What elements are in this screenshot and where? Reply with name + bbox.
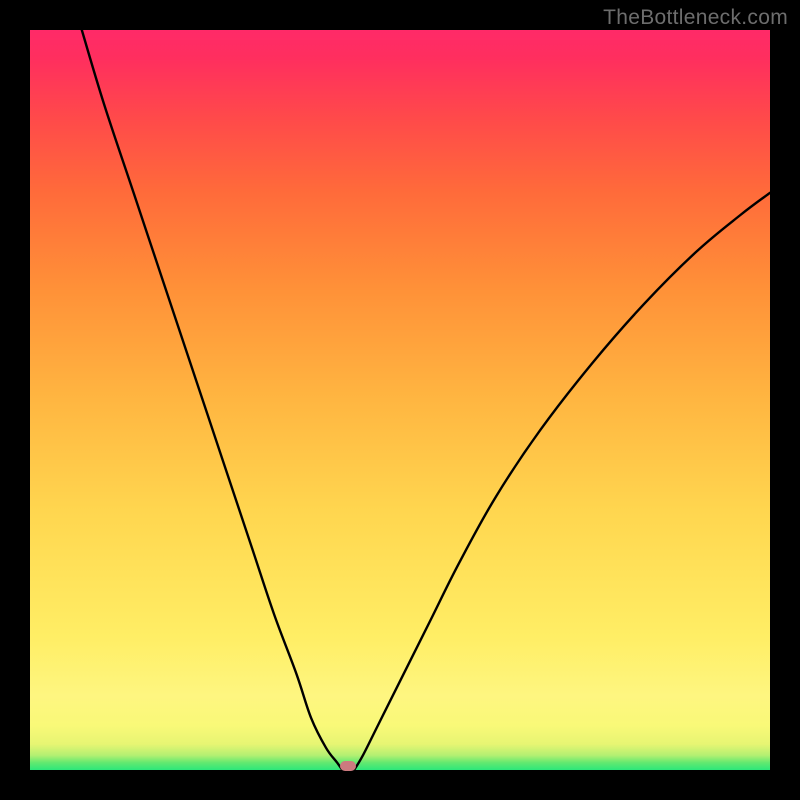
curve-left-branch [82,30,342,770]
optimum-marker [340,761,356,771]
curve-right-branch [354,193,770,770]
plot-area [30,30,770,770]
bottleneck-curve [30,30,770,770]
watermark-text: TheBottleneck.com [603,6,788,30]
chart-frame: TheBottleneck.com [0,0,800,800]
